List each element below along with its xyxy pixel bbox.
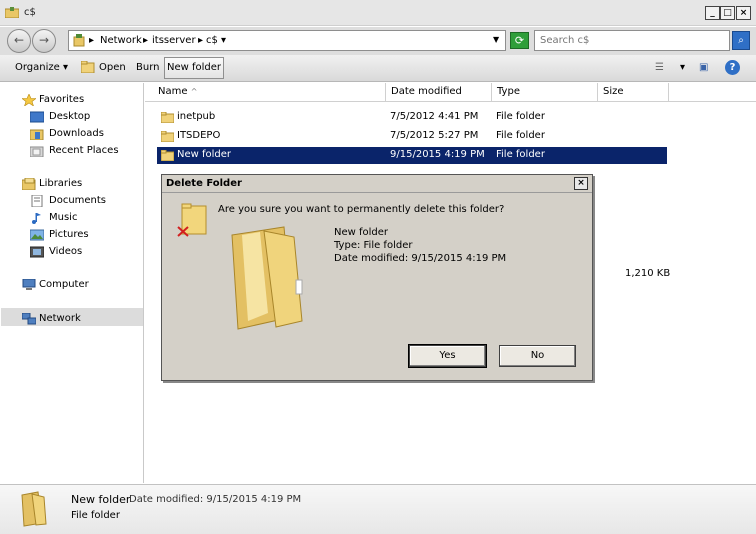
- close-button[interactable]: ×: [736, 6, 751, 20]
- details-pane: New folder Date modified: 9/15/2015 4:19…: [0, 484, 756, 534]
- nav-favorites[interactable]: Favorites: [22, 93, 142, 108]
- column-name[interactable]: Name ^: [153, 83, 386, 102]
- no-button[interactable]: No: [499, 345, 576, 367]
- dialog-item-type: Type: File folder: [334, 240, 413, 251]
- yes-button[interactable]: Yes: [408, 344, 487, 368]
- file-row[interactable]: ITSDEPO 7/5/2012 5:27 PM File folder: [157, 128, 667, 145]
- pictures-icon: [30, 229, 44, 241]
- open-folder-icon: [81, 61, 95, 73]
- sort-up-icon: ^: [190, 87, 198, 96]
- delete-folder-icon: [177, 203, 207, 237]
- music-icon: [32, 213, 41, 224]
- documents-icon: [31, 195, 43, 207]
- forward-button[interactable]: →: [32, 29, 56, 53]
- column-size[interactable]: Size: [598, 83, 669, 102]
- navigation-pane: Favorites Desktop Downloads Recent Place…: [0, 83, 144, 483]
- network-icon: [22, 313, 36, 325]
- downloads-icon: [30, 129, 44, 140]
- column-type[interactable]: Type: [492, 83, 598, 102]
- dialog-item-name: New folder: [334, 227, 389, 238]
- folder-icon: [161, 150, 174, 161]
- folder-icon: [21, 491, 47, 527]
- details-item-type: File folder: [71, 510, 120, 521]
- address-dropdown-icon[interactable]: ▼: [493, 35, 499, 44]
- libraries-icon: [22, 178, 36, 190]
- file-row-selected[interactable]: New folder 9/15/2015 4:19 PM File folder: [157, 147, 667, 164]
- breadcrumb-itsserver[interactable]: itsserver: [152, 35, 196, 46]
- refresh-button[interactable]: ⟳: [510, 32, 529, 49]
- address-row: ← → ▸ Network ▸ itsserver ▸ c$ ▾ ▼ ⟳ ⌕: [0, 27, 756, 55]
- view-options-icon[interactable]: ☰: [655, 62, 664, 73]
- dialog-title-bar: Delete Folder ×: [162, 175, 592, 193]
- delete-folder-dialog: Delete Folder × Are you sure you want to…: [161, 174, 593, 381]
- videos-icon: [30, 246, 44, 258]
- nav-pictures[interactable]: Pictures: [30, 228, 140, 243]
- title-bar: c$ _ □ ×: [0, 0, 756, 26]
- open-button[interactable]: Open: [99, 62, 126, 73]
- dialog-close-button[interactable]: ×: [574, 177, 588, 190]
- minimize-button[interactable]: _: [705, 6, 720, 20]
- view-dropdown-icon[interactable]: ▾: [680, 62, 685, 73]
- folder-icon: [161, 131, 174, 142]
- file-size: 1,210 KB: [625, 268, 671, 279]
- nav-downloads[interactable]: Downloads: [30, 127, 140, 142]
- column-date-modified[interactable]: Date modified: [386, 83, 492, 102]
- nav-documents[interactable]: Documents: [30, 194, 140, 209]
- column-header-row: Name ^ Date modified Type Size: [145, 83, 756, 102]
- new-folder-button[interactable]: New folder: [164, 57, 224, 79]
- search-icon[interactable]: ⌕: [732, 31, 750, 50]
- search-input[interactable]: [535, 31, 705, 50]
- help-icon[interactable]: ?: [725, 60, 740, 75]
- nav-desktop[interactable]: Desktop: [30, 110, 140, 125]
- file-row[interactable]: inetpub 7/5/2012 4:41 PM File folder: [157, 109, 667, 126]
- breadcrumb-network[interactable]: Network: [100, 35, 142, 46]
- details-item-name: New folder: [71, 493, 131, 506]
- dialog-title: Delete Folder: [166, 178, 242, 189]
- nav-recent-places[interactable]: Recent Places: [30, 144, 140, 159]
- window-title: c$: [24, 7, 36, 18]
- address-bar[interactable]: ▸ Network ▸ itsserver ▸ c$ ▾ ▼: [68, 30, 506, 51]
- recent-places-icon: [30, 146, 44, 157]
- nav-network[interactable]: Network: [22, 312, 142, 327]
- desktop-icon: [30, 111, 44, 123]
- network-folder-icon: [73, 34, 85, 47]
- preview-pane-icon[interactable]: ▣: [699, 62, 708, 73]
- back-button[interactable]: ←: [7, 29, 31, 53]
- nav-music[interactable]: Music: [30, 211, 140, 226]
- burn-button[interactable]: Burn: [136, 62, 159, 73]
- dialog-question: Are you sure you want to permanently del…: [218, 204, 505, 215]
- details-date-modified: Date modified: 9/15/2015 4:19 PM: [129, 494, 302, 505]
- nav-computer[interactable]: Computer: [22, 278, 142, 293]
- large-folder-icon: [231, 226, 303, 330]
- network-folder-icon: [5, 7, 19, 18]
- search-box[interactable]: [534, 30, 730, 51]
- dialog-item-date: Date modified: 9/15/2015 4:19 PM: [334, 253, 507, 264]
- star-icon: [22, 94, 36, 106]
- nav-videos[interactable]: Videos: [30, 245, 140, 260]
- breadcrumb-c[interactable]: c$: [206, 35, 218, 46]
- organize-button[interactable]: Organize ▾: [15, 62, 68, 73]
- maximize-button[interactable]: □: [720, 6, 735, 20]
- nav-libraries[interactable]: Libraries: [22, 177, 142, 192]
- command-bar: Organize ▾ Open Burn New folder ☰ ▾ ▣ ?: [0, 55, 756, 82]
- computer-icon: [22, 279, 36, 290]
- folder-icon: [161, 112, 174, 123]
